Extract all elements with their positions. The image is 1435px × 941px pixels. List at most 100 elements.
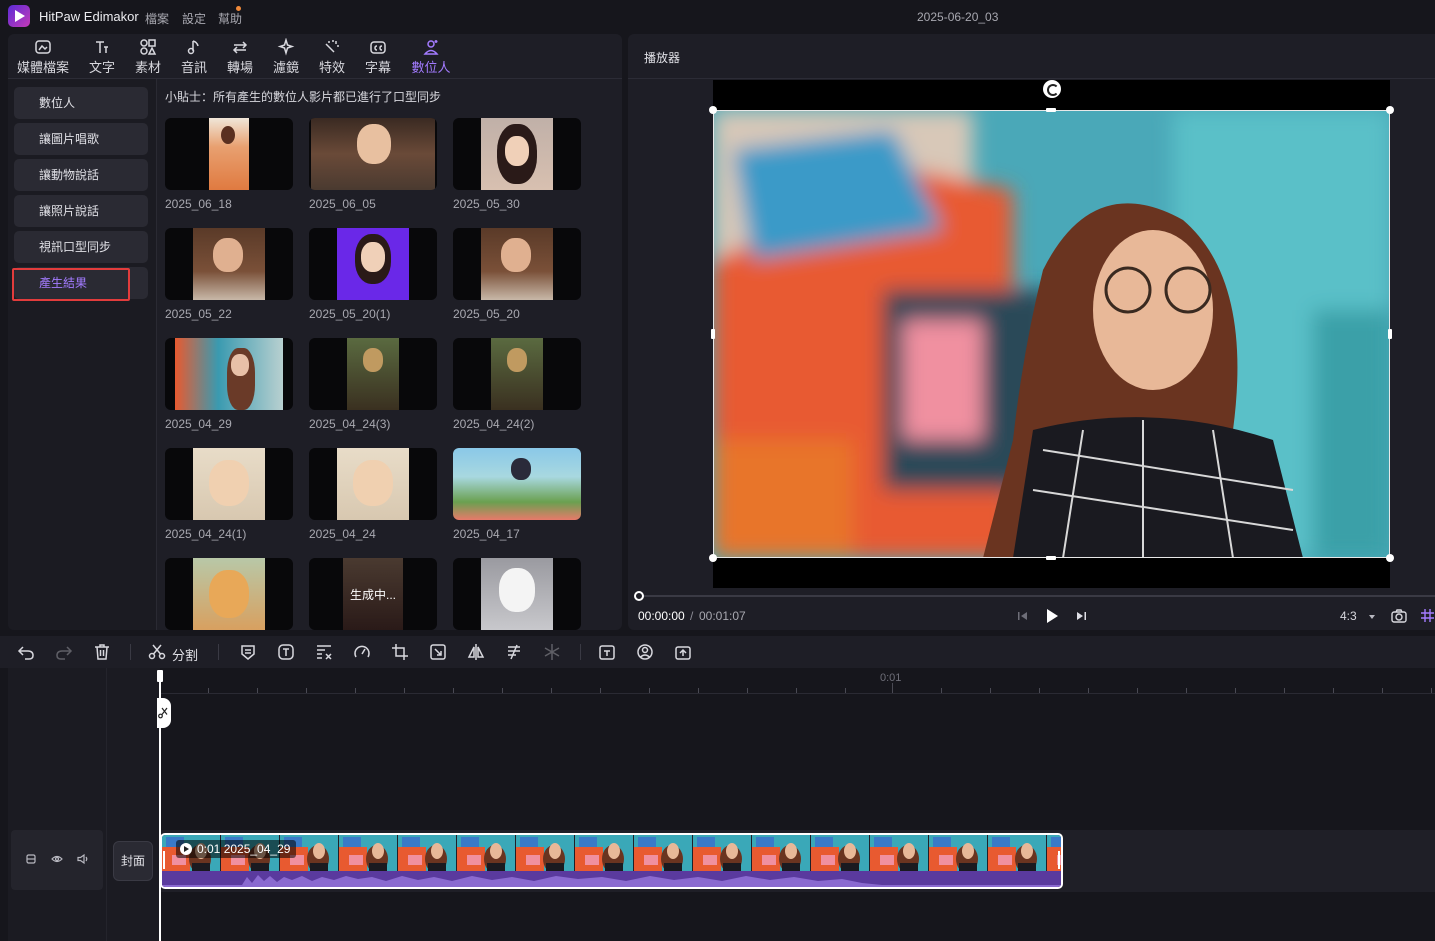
chevron-down-icon[interactable]: [1369, 615, 1375, 619]
camera-icon[interactable]: [1391, 609, 1407, 623]
playback-scrubber[interactable]: [640, 595, 1435, 597]
result-card[interactable]: 2025_05_22: [165, 228, 293, 321]
result-card[interactable]: 2025_04_24(2): [453, 338, 581, 431]
scissors-icon[interactable]: [148, 643, 166, 661]
subnav-video-lipsync[interactable]: 視訊口型同步: [14, 231, 148, 263]
result-caption: 2025_04_29: [165, 417, 232, 431]
menu-file[interactable]: 檔案: [145, 10, 169, 27]
grid-icon[interactable]: [1420, 608, 1435, 623]
avatar-icon: [423, 40, 439, 55]
resize-handle[interactable]: [1386, 106, 1394, 114]
auto-subtitle-icon[interactable]: [598, 643, 616, 661]
current-time: 00:00:00: [638, 609, 685, 623]
resize-handle[interactable]: [1046, 108, 1056, 112]
previous-frame-icon[interactable]: [1017, 610, 1029, 622]
subnav-talking-animal[interactable]: 讓動物說話: [14, 159, 148, 191]
toolbar-divider: [580, 644, 581, 660]
remove-background-icon[interactable]: [315, 643, 333, 661]
next-frame-icon[interactable]: [1075, 610, 1087, 622]
undo-icon[interactable]: [17, 643, 35, 661]
result-card[interactable]: 2025_06_05: [309, 118, 437, 211]
subnav-digital-human[interactable]: 數位人: [14, 87, 148, 119]
resize-handle[interactable]: [1046, 556, 1056, 560]
result-card[interactable]: [453, 558, 581, 630]
result-thumbnail: [453, 338, 581, 410]
title-bar: HitPaw Edimakor 檔案 設定 幫助 2025-06-20_03: [0, 0, 1435, 34]
audio-adjust-icon[interactable]: [505, 643, 523, 661]
clip-trim-handle-right[interactable]: [1058, 851, 1060, 869]
subnav-singing-photo[interactable]: 讓圖片唱歌: [14, 123, 148, 155]
tab-avatar[interactable]: 數位人: [400, 38, 462, 78]
resize-handle[interactable]: [1386, 554, 1394, 562]
result-card[interactable]: 2025_05_30: [453, 118, 581, 211]
result-card[interactable]: 2025_04_24(3): [309, 338, 437, 431]
redo-icon[interactable]: [55, 643, 73, 661]
result-card[interactable]: 2025_04_24(1): [165, 448, 293, 541]
total-time: 00:01:07: [699, 609, 746, 623]
video-clip[interactable]: 0:01 2025_04_29: [160, 833, 1063, 889]
play-circle-icon: [180, 843, 192, 855]
result-card[interactable]: [165, 558, 293, 630]
resize-handle[interactable]: [709, 106, 717, 114]
tab-subtitle[interactable]: 字幕: [348, 38, 408, 78]
resize-handle[interactable]: [711, 329, 715, 339]
result-thumbnail: [165, 338, 293, 410]
menu-help[interactable]: 幫助: [218, 10, 242, 27]
subnav-talking-photo[interactable]: 讓照片說話: [14, 195, 148, 227]
rotate-icon[interactable]: [1043, 80, 1061, 98]
result-caption: 2025_05_20(1): [309, 307, 391, 321]
lock-icon[interactable]: [25, 853, 37, 865]
timeline[interactable]: 0:01 封面 0:01 2025_04_29: [0, 668, 1435, 941]
result-card[interactable]: 2025_05_20: [453, 228, 581, 321]
speaker-icon[interactable]: [77, 853, 89, 865]
subnav-divider: [156, 79, 157, 630]
clip-filmstrip: [162, 835, 1061, 871]
result-card[interactable]: 2025_04_17: [453, 448, 581, 541]
clip-trim-handle-left[interactable]: [163, 851, 165, 869]
category-tabs: 媒體檔案 文字 素材 音訊 轉場 濾鏡 特效 字幕 數位人: [8, 34, 622, 78]
result-card[interactable]: 2025_06_18: [165, 118, 293, 211]
result-card[interactable]: 生成中...: [309, 558, 437, 630]
notification-dot: [236, 6, 241, 11]
result-card[interactable]: 2025_04_24: [309, 448, 437, 541]
result-card[interactable]: 2025_04_29: [165, 338, 293, 431]
result-card[interactable]: 2025_05_20(1): [309, 228, 437, 321]
project-name: 2025-06-20_03: [917, 10, 999, 24]
transform-box[interactable]: [713, 110, 1390, 558]
cover-button[interactable]: 封面: [113, 841, 153, 881]
aspect-ratio-select[interactable]: 4:3: [1340, 609, 1357, 623]
ruler-time-label: 0:01: [880, 672, 902, 684]
playhead-split-handle[interactable]: [157, 698, 171, 728]
menu-settings[interactable]: 設定: [182, 10, 206, 27]
resize-handle[interactable]: [709, 554, 717, 562]
clip-label: 0:01 2025_04_29: [197, 842, 291, 856]
elements-icon: [140, 39, 157, 55]
result-caption: 2025_04_24(3): [309, 417, 391, 431]
export-frame-icon[interactable]: [674, 643, 692, 661]
result-thumbnail: [309, 228, 437, 300]
mask-icon[interactable]: [239, 643, 257, 661]
result-thumbnail: [165, 558, 293, 630]
time-ruler[interactable]: [160, 668, 1435, 694]
text-tool-icon[interactable]: [277, 643, 295, 661]
resize-handle[interactable]: [1388, 329, 1392, 339]
speed-icon[interactable]: [353, 643, 371, 661]
generating-status: 生成中...: [349, 588, 396, 602]
scrubber-knob[interactable]: [634, 591, 644, 601]
track-cover-column: [106, 668, 160, 941]
eye-icon[interactable]: [51, 853, 63, 865]
result-caption: 2025_06_18: [165, 197, 232, 211]
playhead-cap[interactable]: [157, 670, 163, 682]
play-icon[interactable]: [1045, 608, 1059, 624]
crop-icon[interactable]: [391, 643, 409, 661]
freeze-icon[interactable]: [543, 643, 561, 661]
face-track-icon[interactable]: [636, 643, 654, 661]
split-button[interactable]: 分割: [172, 645, 198, 664]
preview-stage[interactable]: [709, 80, 1394, 588]
tab-media[interactable]: 媒體檔案: [12, 38, 74, 78]
effects-icon: [325, 40, 339, 53]
flip-icon[interactable]: [467, 643, 485, 661]
delete-icon[interactable]: [93, 643, 111, 661]
result-thumbnail: [453, 558, 581, 630]
resize-icon[interactable]: [429, 643, 447, 661]
